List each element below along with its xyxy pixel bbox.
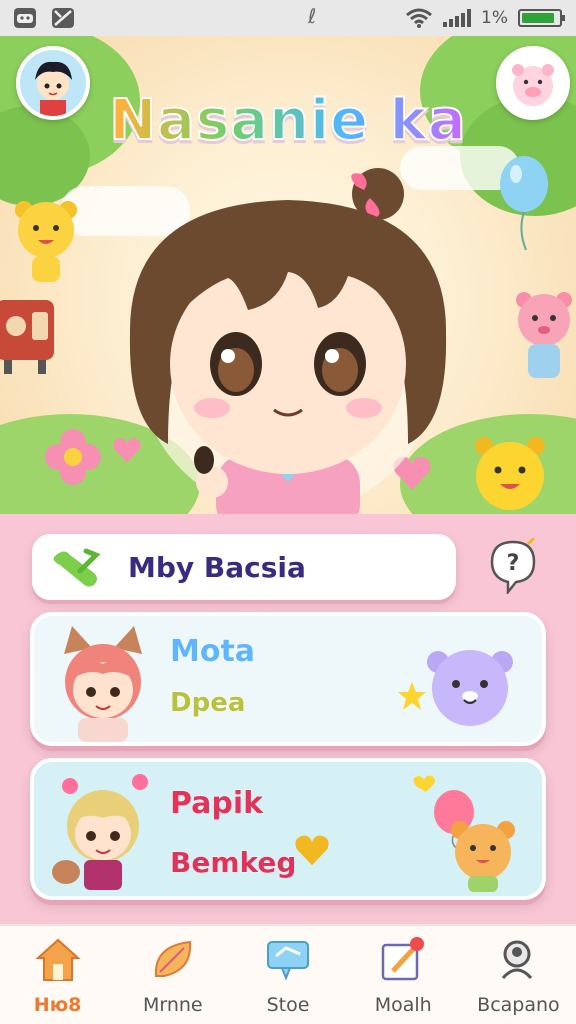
cat-boy-avatar [52,774,148,890]
nav-label: Bcapano [477,994,560,1016]
card-name-primary: Papik [169,786,264,822]
help-button[interactable]: ? [488,536,538,596]
bear-mascot-icon [15,201,77,282]
hero-banner: Nasanie ka [0,36,576,514]
svg-text:?: ? [507,551,520,576]
card-name-secondary: Bemkeg [169,846,297,880]
nav-item-moalh[interactable]: Moalh [346,926,461,1024]
nav-label: Mrnne [142,994,203,1016]
pink-bear-icon [516,292,572,378]
character-card[interactable]: Mota Dpea [30,612,546,746]
status-center-glyph: ℓ [308,4,317,28]
balloon-icon [500,156,548,251]
discord-icon [14,8,36,28]
edit-icon [378,934,428,984]
status-bar: ℓ 1% [0,0,576,36]
nav-item-stoe[interactable]: Stoe [230,926,345,1024]
battery-icon [518,9,565,27]
boy-avatar-icon [20,50,86,116]
search-bar[interactable]: Mby Bacsia [32,534,456,600]
flower-icon [45,429,101,485]
leaf-icon [148,934,198,984]
home-icon [33,934,83,984]
mascot-avatar-button[interactable] [496,46,570,120]
yellow-bear-icon [475,437,545,510]
heart-icon [295,835,329,866]
gallery-icon [52,8,74,28]
nav-item-mrnne[interactable]: Mrnne [115,926,230,1024]
character-card[interactable]: Papik Bemkeg [30,758,546,900]
bottom-nav: Hю8 Mrnne Stoe Moalh Bcapano [0,924,576,1024]
question-bubble-icon: ? [490,536,536,596]
search-person-icon [493,934,543,984]
nav-item-bcapano[interactable]: Bcapano [461,926,576,1024]
radio-icon [0,300,54,374]
card-name-primary: Mota [169,634,256,670]
card-name-secondary: Dpea [169,688,246,719]
search-label: Mby Bacsia [128,550,306,584]
content-area: Mby Bacsia ? Mota Dpea Papik Bemkeg [0,514,576,924]
wifi-icon [406,8,432,28]
chibi-girl-character [129,168,447,514]
battery-text: 1% [481,8,508,28]
signal-icon [443,9,472,27]
green-brush-icon [53,548,101,587]
orange-bear-icon [451,821,515,892]
chat-icon [263,934,313,984]
profile-avatar-button[interactable] [16,46,90,120]
purple-bear-icon [427,650,513,726]
fox-girl-avatar [64,626,142,742]
nav-label: Moalh [374,994,432,1016]
nav-item-home[interactable]: Hю8 [0,926,115,1024]
nav-label: Stoe [266,994,310,1016]
nav-label: Hю8 [33,994,82,1016]
pig-mascot-icon [500,50,566,116]
